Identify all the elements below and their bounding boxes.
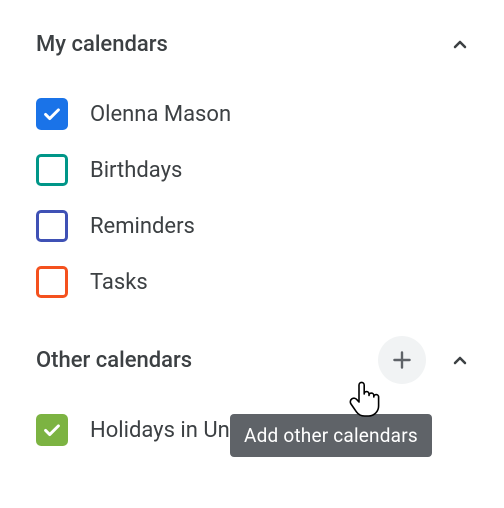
checkbox[interactable] — [36, 414, 68, 446]
calendar-label: Birthdays — [90, 158, 182, 183]
calendar-item[interactable]: Olenna Mason — [36, 86, 484, 142]
checkbox[interactable] — [36, 98, 68, 130]
calendar-label: Olenna Mason — [90, 102, 231, 127]
calendar-item[interactable]: Birthdays — [36, 142, 484, 198]
calendar-label: Tasks — [90, 270, 148, 295]
my-calendars-title: My calendars — [36, 32, 168, 57]
other-calendars-header[interactable]: Other calendars — [36, 340, 484, 380]
calendar-label: Holidays in United States — [90, 418, 334, 443]
other-calendars-list: Holidays in United States — [36, 402, 484, 458]
calendar-item[interactable]: Tasks — [36, 254, 484, 310]
checkbox[interactable] — [36, 210, 68, 242]
my-calendars-list: Olenna Mason Birthdays Reminders Tasks — [36, 86, 484, 310]
calendar-item[interactable]: Reminders — [36, 198, 484, 254]
calendar-item[interactable]: Holidays in United States — [36, 402, 484, 458]
checkbox[interactable] — [36, 154, 68, 186]
calendar-label: Reminders — [90, 214, 195, 239]
my-calendars-header[interactable]: My calendars — [36, 24, 484, 64]
checkbox[interactable] — [36, 266, 68, 298]
other-calendars-title: Other calendars — [36, 348, 192, 373]
add-icon[interactable] — [378, 336, 426, 384]
chevron-up-icon[interactable] — [436, 20, 484, 68]
chevron-up-icon[interactable] — [436, 336, 484, 384]
